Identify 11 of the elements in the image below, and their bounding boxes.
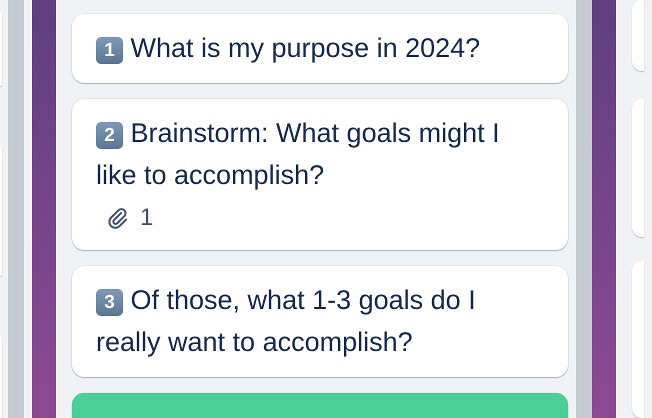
paperclip-icon — [106, 207, 128, 229]
scrollbar[interactable] — [576, 0, 592, 418]
card-title: 2 Brainstorm: What goals might I like to accomplish? — [96, 117, 501, 192]
card[interactable]: 2 Brainstorm: What goals might I like to accomplish? 1 — [72, 99, 568, 250]
card-title: 1 What is my purpose in 2024? — [96, 27, 544, 69]
card-title: 3 Of those, what 1-3 goals do I really want to accomplish? — [96, 284, 477, 359]
card[interactable]: 1 What is my purpose in 2024? — [72, 14, 568, 83]
scrollbar[interactable] — [8, 0, 24, 418]
card-edge — [632, 0, 644, 71]
attachment-count: 1 — [140, 204, 154, 232]
card[interactable]: 3 Of those, what 1-3 goals do I really want to accomplish? — [72, 266, 568, 377]
